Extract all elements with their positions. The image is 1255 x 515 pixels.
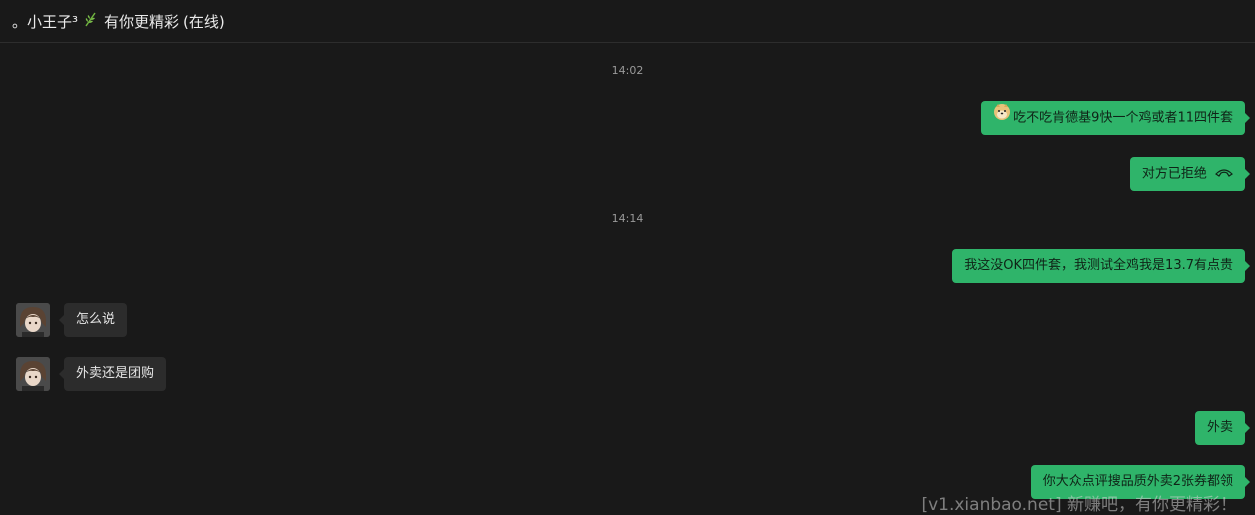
watermark: [v1.xianbao.net] 新赚吧，有你更精彩！ — [921, 495, 1237, 515]
message-bubble[interactable]: 吃不吃肯德基9快一个鸡或者11四件套 — [981, 101, 1250, 135]
contact-name: 。小王子³ — [12, 12, 79, 31]
message-text: 你大众点评搜品质外卖2张券都领 — [1042, 474, 1233, 489]
call-declined-bubble[interactable]: 对方已拒绝 — [1129, 157, 1251, 191]
message-text: 外卖 — [1206, 420, 1233, 435]
message-sent: 对方已拒绝 — [1129, 157, 1251, 191]
chat-header: 。小王子³ 有你更精彩 (在线) — [0, 0, 1255, 43]
message-text: 怎么说 — [76, 312, 116, 327]
message-sent: 外卖 — [1194, 411, 1251, 445]
message-text: 我这没OK四件套，我测试全鸡我是13.7有点贵 — [964, 258, 1233, 273]
avatar[interactable] — [16, 357, 50, 391]
timestamp: 14:02 — [611, 64, 644, 77]
message-bubble[interactable]: 我这没OK四件套，我测试全鸡我是13.7有点贵 — [952, 249, 1250, 283]
contact-title[interactable]: 。小王子³ 有你更精彩 (在线) — [12, 11, 225, 32]
message-text: 吃不吃肯德基9快一个鸡或者11四件套 — [1013, 110, 1233, 126]
message-received: 外卖还是团购 — [16, 357, 167, 391]
message-sent: 吃不吃肯德基9快一个鸡或者11四件套 — [981, 101, 1250, 135]
message-bubble[interactable]: 外卖还是团购 — [58, 357, 167, 391]
message-bubble[interactable]: 怎么说 — [58, 303, 128, 337]
message-received: 怎么说 — [16, 303, 128, 337]
chat-window: 。小王子³ 有你更精彩 (在线) 14:02 吃不吃肯德基9快一个鸡或者11四件… — [0, 0, 1255, 515]
contact-signature: 有你更精彩 — [104, 12, 180, 31]
message-bubble[interactable]: 外卖 — [1194, 411, 1251, 445]
message-sent: 我这没OK四件套，我测试全鸡我是13.7有点贵 — [952, 249, 1250, 283]
message-text: 对方已拒绝 — [1141, 166, 1207, 182]
phone-hangup-icon — [1215, 157, 1233, 191]
leaf-icon — [84, 11, 98, 31]
timestamp: 14:14 — [611, 212, 644, 225]
avatar[interactable] — [16, 303, 50, 337]
message-text: 外卖还是团购 — [76, 366, 155, 381]
online-status: (在线) — [183, 12, 225, 31]
doge-emoji-icon — [993, 101, 1011, 135]
